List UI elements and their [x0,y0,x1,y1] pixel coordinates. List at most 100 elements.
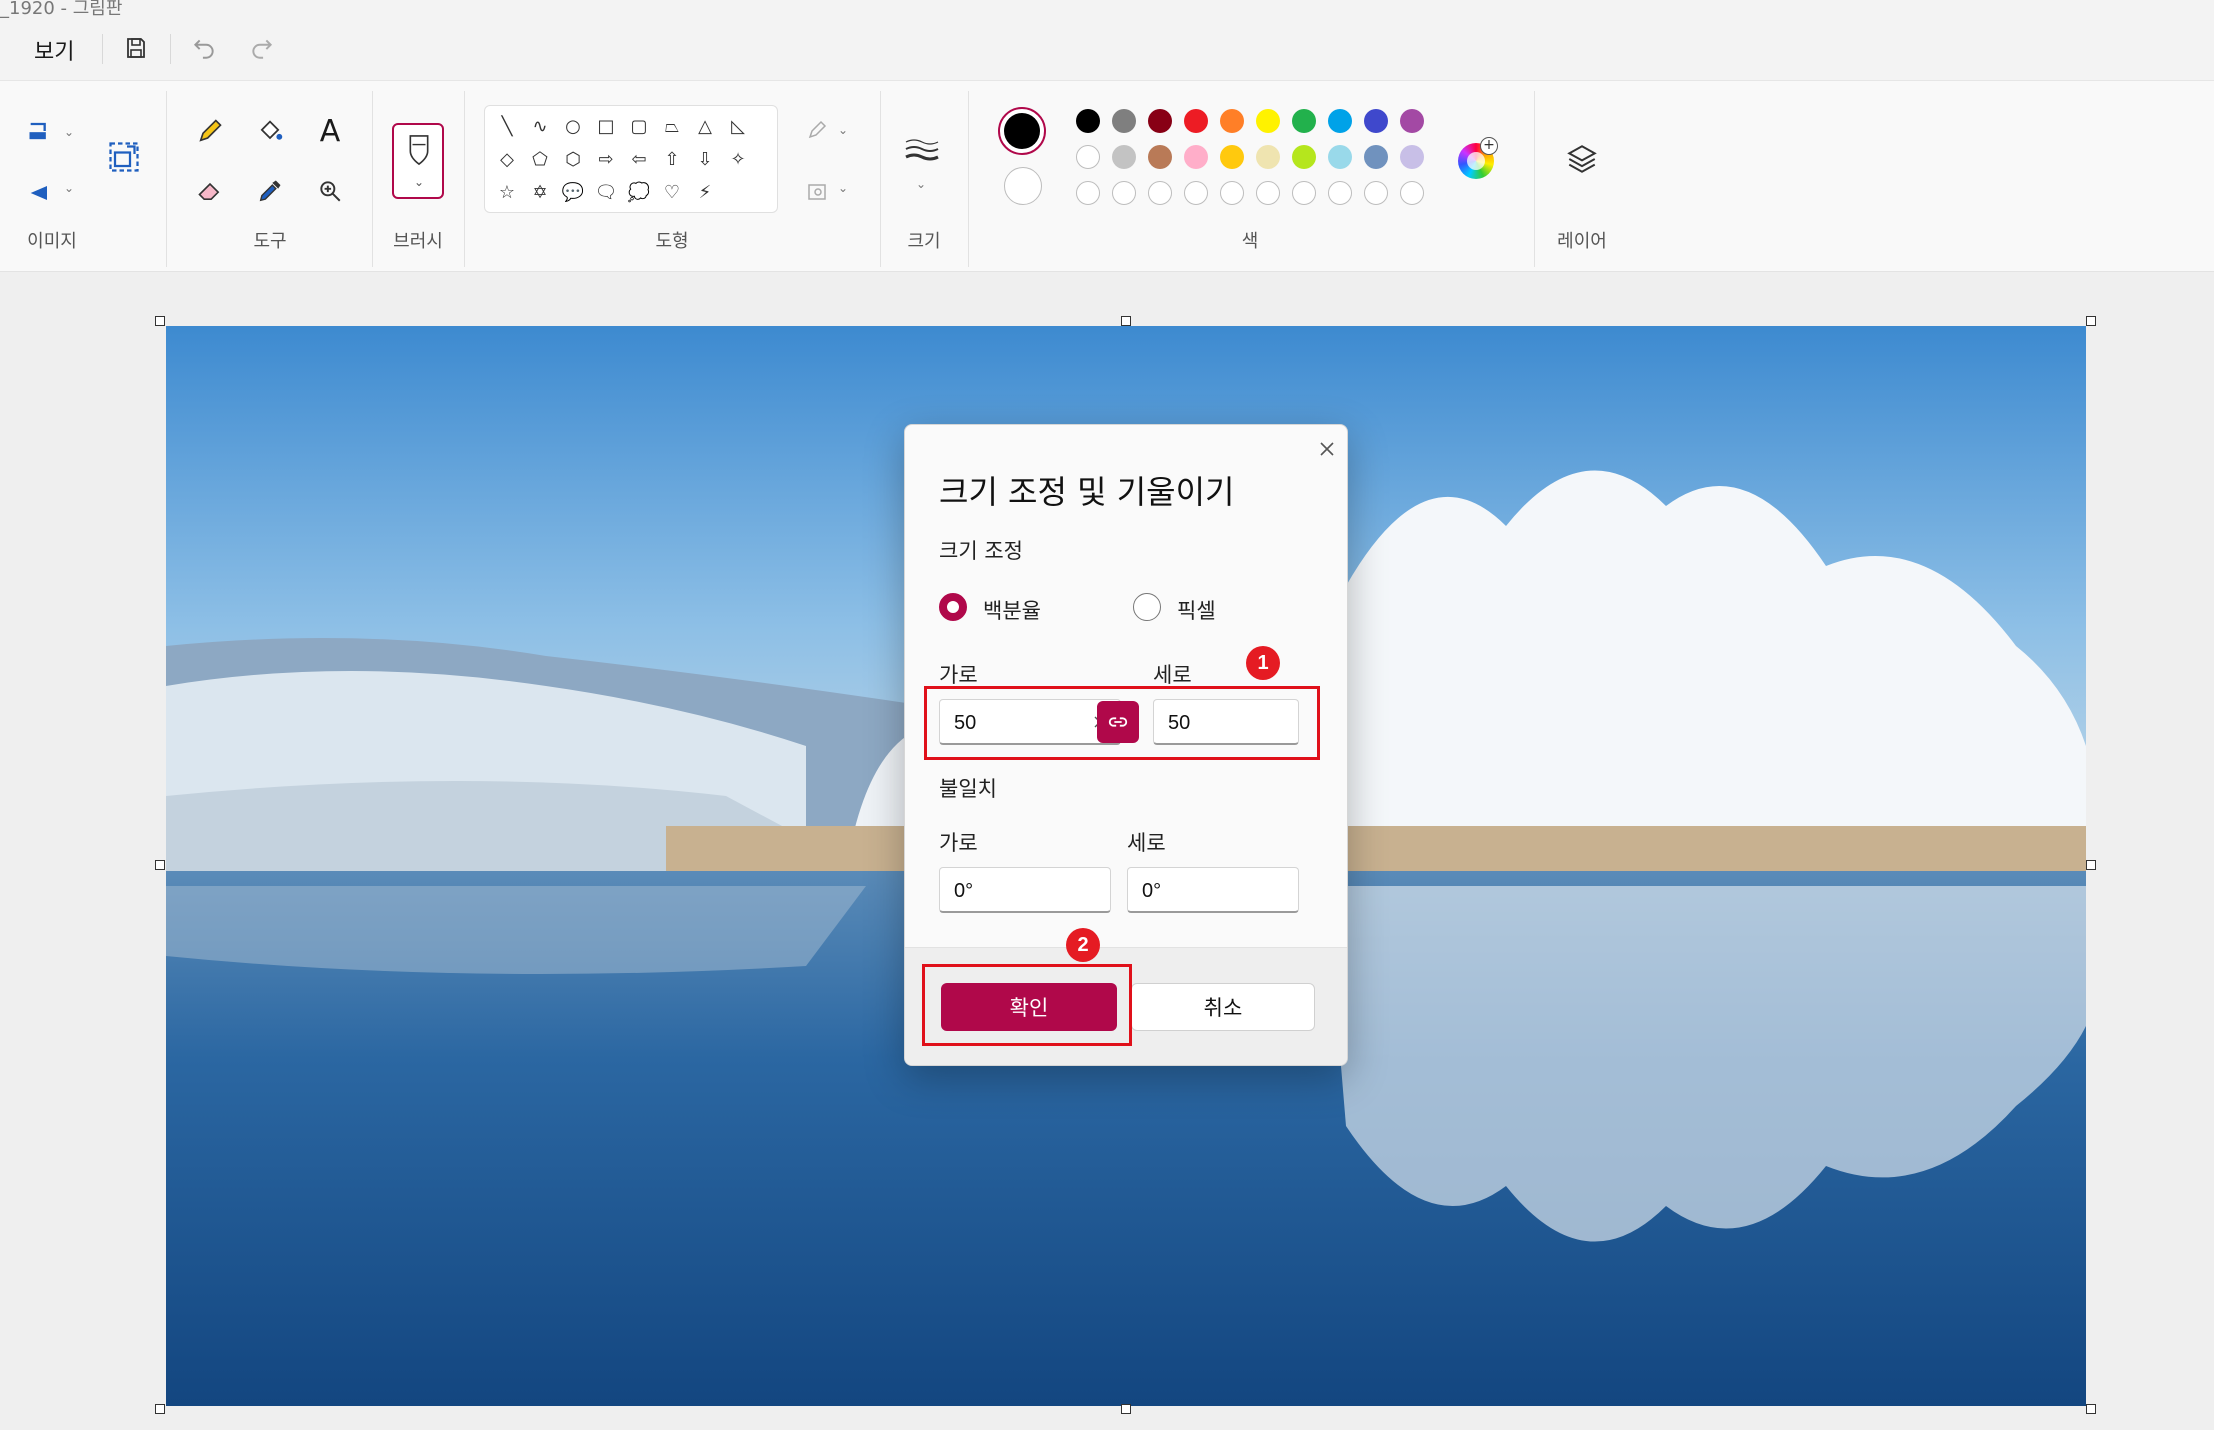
shape-item-icon[interactable]: ⇩ [691,145,719,173]
shape-item-icon[interactable]: ▢ [625,112,653,140]
menu-view[interactable]: 보기 [34,34,74,66]
shapes-gallery: ╲ ∿ ○ □ ▢ ⏢ △ ◺ ◇ ⬠ ⬡ ⇨ ⇦ ⇧ ⇩ ✧ ☆ ✡ 💬 🗨 💭 ♡ ⚡ [484,105,778,213]
shape-item-icon[interactable]: 💬 [559,178,587,206]
shape-item-icon[interactable]: ╲ [493,112,521,140]
radio-percent[interactable] [939,593,967,621]
shape-item-icon[interactable]: △ [691,112,719,140]
color-swatch[interactable] [1328,109,1352,133]
text-icon[interactable]: A [310,111,350,151]
shape-item-icon[interactable]: ⬡ [559,145,587,173]
custom-color-slot[interactable] [1148,181,1172,205]
shape-item-icon[interactable]: ✡ [526,178,554,206]
group-divider [1534,91,1535,267]
shape-item-icon[interactable]: ⇨ [592,145,620,173]
radio-pixel[interactable] [1133,593,1161,621]
group-label-image: 이미지 [27,231,77,252]
custom-color-slot[interactable] [1292,181,1316,205]
select-icon[interactable] [20,111,60,151]
custom-color-slot[interactable] [1364,181,1388,205]
shape-item-icon[interactable]: 💭 [625,178,653,206]
shape-fill-icon[interactable] [798,171,838,211]
skew-v-input[interactable]: 0° [1127,867,1299,913]
resize-handle[interactable] [1121,316,1131,326]
color-swatch[interactable] [1220,145,1244,169]
color-swatch[interactable] [1112,109,1136,133]
resize-handle[interactable] [1121,1404,1131,1414]
shape-item-icon[interactable]: ⚡ [691,178,719,206]
color-swatch[interactable] [1076,109,1100,133]
color-swatch[interactable] [1220,109,1244,133]
resize-handle[interactable] [155,860,165,870]
shape-item-icon[interactable]: ☆ [493,178,521,206]
shape-item-icon[interactable]: ◇ [493,145,521,173]
shape-item-icon[interactable]: ○ [559,112,587,140]
shape-item-icon[interactable]: ✧ [724,145,752,173]
edit-colors-icon[interactable]: + [1458,137,1498,179]
rotate-icon[interactable] [20,173,60,213]
chevron-down-icon[interactable]: ⌄ [64,125,74,139]
color-swatch[interactable] [1400,109,1424,133]
shape-item-icon[interactable]: ⇧ [658,145,686,173]
custom-color-slot[interactable] [1256,181,1280,205]
magnifier-icon[interactable] [310,171,350,211]
color-swatch[interactable] [1292,109,1316,133]
shape-item-icon[interactable]: ◺ [724,112,752,140]
chevron-down-icon[interactable]: ⌄ [838,181,848,195]
resize-handle[interactable] [2086,860,2096,870]
custom-color-slot[interactable] [1220,181,1244,205]
group-divider [372,91,373,267]
custom-color-slot[interactable] [1328,181,1352,205]
color-swatch[interactable] [1256,145,1280,169]
layers-icon[interactable] [1562,139,1602,179]
fill-icon[interactable] [250,111,290,151]
radio-percent-label[interactable]: 백분율 [983,595,1041,625]
color-swatch[interactable] [1184,109,1208,133]
eraser-icon[interactable] [190,171,230,211]
color-swatch[interactable] [1292,145,1316,169]
color-swatch[interactable] [1184,145,1208,169]
color-swatch[interactable] [1328,145,1352,169]
cancel-button[interactable]: 취소 [1131,983,1315,1031]
resize-image-icon[interactable] [104,137,144,177]
primary-color-swatch[interactable] [998,107,1046,155]
custom-color-slot[interactable] [1400,181,1424,205]
undo-icon[interactable] [186,30,222,66]
shape-item-icon[interactable]: ⏢ [658,112,686,140]
shape-item-icon[interactable]: ⇦ [625,145,653,173]
custom-color-slot[interactable] [1184,181,1208,205]
line-size-icon[interactable] [902,131,942,171]
custom-color-slot[interactable] [1112,181,1136,205]
save-icon[interactable] [118,30,154,66]
resize-handle[interactable] [2086,1404,2096,1414]
close-icon[interactable] [1313,435,1341,463]
resize-handle[interactable] [155,1404,165,1414]
pencil-icon[interactable] [190,111,230,151]
color-swatch[interactable] [1364,145,1388,169]
radio-pixel-label[interactable]: 픽셀 [1177,595,1216,625]
custom-color-slot[interactable] [1076,181,1100,205]
color-swatch[interactable] [1148,109,1172,133]
color-swatch[interactable] [1148,145,1172,169]
resize-handle[interactable] [2086,316,2096,326]
brush-button[interactable]: ⌄ [392,123,444,199]
color-swatch[interactable] [1400,145,1424,169]
chevron-down-icon[interactable]: ⌄ [916,177,926,191]
group-divider [464,91,465,267]
color-swatch[interactable] [1364,109,1388,133]
color-swatch[interactable] [1076,145,1100,169]
color-swatch[interactable] [1256,109,1280,133]
shape-item-icon[interactable]: ⬠ [526,145,554,173]
chevron-down-icon[interactable]: ⌄ [838,123,848,137]
secondary-color-swatch[interactable] [1004,167,1042,205]
shape-item-icon[interactable]: 🗨 [592,178,620,206]
resize-handle[interactable] [155,316,165,326]
shape-item-icon[interactable]: □ [592,112,620,140]
shape-item-icon[interactable]: ♡ [658,178,686,206]
redo-icon[interactable] [244,30,280,66]
shape-item-icon[interactable]: ∿ [526,112,554,140]
outline-icon[interactable] [798,111,838,151]
color-swatch[interactable] [1112,145,1136,169]
skew-h-input[interactable]: 0° [939,867,1111,913]
chevron-down-icon[interactable]: ⌄ [64,181,74,195]
color-picker-icon[interactable] [250,171,290,211]
